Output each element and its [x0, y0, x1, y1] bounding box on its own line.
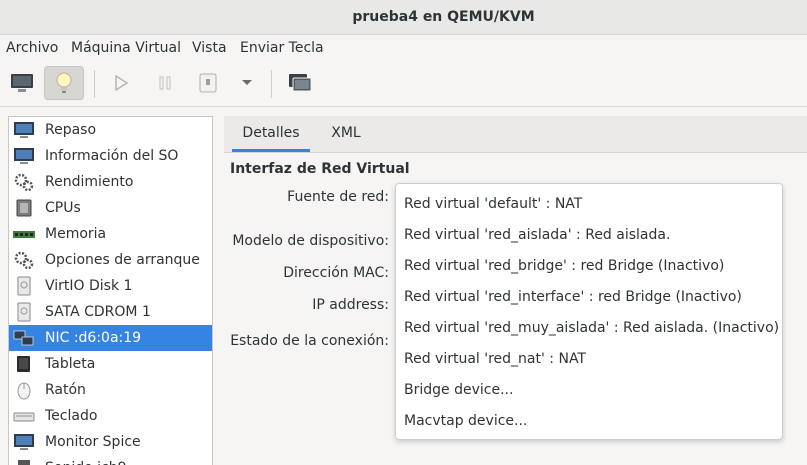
section-title: Interfaz de Red Virtual [230, 161, 410, 177]
option-macvtap-device[interactable]: Macvtap device... [396, 406, 782, 437]
monitor-icon [14, 122, 34, 138]
details-tabs: Detalles XML [224, 116, 807, 153]
console-button[interactable] [2, 66, 42, 100]
option-bridge-device[interactable]: Bridge device... [396, 375, 782, 406]
monitor-icon [11, 74, 33, 92]
network-source-dropdown[interactable]: Red virtual 'default' : NAT Red virtual … [395, 183, 783, 440]
run-button[interactable] [101, 66, 141, 100]
keyboard-icon [13, 412, 35, 422]
ip-address-label: IP address: [312, 297, 389, 313]
sidebar-item-teclado[interactable]: Teclado [9, 403, 212, 429]
screenshot-icon [289, 74, 312, 92]
snapshots-button[interactable] [280, 66, 320, 100]
shutdown-menu-button[interactable] [227, 66, 267, 100]
network-icon [13, 330, 34, 346]
disk-icon [17, 302, 31, 322]
mac-address-label: Dirección MAC: [283, 265, 389, 281]
sidebar-item-memoria[interactable]: Memoria [9, 221, 212, 247]
toolbar [0, 62, 807, 107]
option-red-bridge[interactable]: Red virtual 'red_bridge' : red Bridge (I… [396, 251, 782, 282]
sidebar-item-repaso[interactable]: Repaso [9, 117, 212, 143]
sidebar-item-monitor-spice[interactable]: Monitor Spice [9, 429, 212, 455]
tab-xml[interactable]: XML [320, 116, 372, 152]
toolbar-separator [271, 70, 272, 98]
tab-detalles[interactable]: Detalles [232, 116, 310, 152]
link-state-label: Estado de la conexión: [230, 333, 389, 349]
menu-enviar-tecla[interactable]: Enviar Tecla [240, 35, 324, 62]
option-red-aislada[interactable]: Red virtual 'red_aislada' : Red aislada. [396, 220, 782, 251]
menu-bar: Archivo Máquina Virtual Vista Enviar Tec… [0, 35, 807, 62]
toolbar-separator [94, 70, 95, 98]
menu-vista[interactable]: Vista [192, 35, 227, 62]
lightbulb-icon [56, 72, 72, 93]
gears-icon [14, 251, 34, 270]
sidebar-item-nic[interactable]: NIC :d6:0a:19 [9, 325, 212, 351]
option-red-interface[interactable]: Red virtual 'red_interface' : red Bridge… [396, 282, 782, 313]
chip-icon [16, 199, 32, 217]
menu-maquina-virtual[interactable]: Máquina Virtual [71, 35, 181, 62]
sidebar-item-opciones-arranque[interactable]: Opciones de arranque [9, 247, 212, 273]
title-bar: prueba4 en QEMU/KVM [0, 0, 807, 35]
device-model-label: Modelo de dispositivo: [232, 233, 389, 249]
sidebar-item-informacion-so[interactable]: Información del SO [9, 143, 212, 169]
option-red-muy-aislada[interactable]: Red virtual 'red_muy_aislada' : Red aisl… [396, 313, 782, 344]
option-default-nat[interactable]: Red virtual 'default' : NAT [396, 189, 782, 220]
sidebar-item-cpus[interactable]: CPUs [9, 195, 212, 221]
sidebar-item-tableta[interactable]: Tableta [9, 351, 212, 377]
tablet-icon [17, 356, 30, 372]
sidebar-item-sata-cdrom[interactable]: SATA CDROM 1 [9, 299, 212, 325]
sidebar-item-virtio-disk[interactable]: VirtIO Disk 1 [9, 273, 212, 299]
shutdown-button[interactable] [188, 66, 228, 100]
disk-icon [17, 276, 31, 296]
hardware-list: Repaso Información del SO Rendimiento CP… [8, 116, 213, 465]
pause-icon [159, 76, 171, 90]
gears-icon [14, 173, 34, 192]
network-source-label: Fuente de red: [287, 189, 389, 205]
pause-button[interactable] [145, 66, 185, 100]
option-red-nat[interactable]: Red virtual 'red_nat' : NAT [396, 344, 782, 375]
sidebar-item-raton[interactable]: Ratón [9, 377, 212, 403]
monitor-icon [14, 148, 34, 164]
memory-icon [13, 231, 35, 238]
power-icon [199, 73, 217, 93]
window-title: prueba4 en QEMU/KVM [352, 9, 535, 25]
menu-archivo[interactable]: Archivo [6, 35, 58, 62]
monitor-icon [14, 434, 34, 450]
play-icon [115, 75, 129, 91]
sidebar-item-rendimiento[interactable]: Rendimiento [9, 169, 212, 195]
mouse-icon [17, 382, 31, 400]
details-button[interactable] [44, 66, 84, 100]
chevron-down-icon [242, 80, 252, 85]
